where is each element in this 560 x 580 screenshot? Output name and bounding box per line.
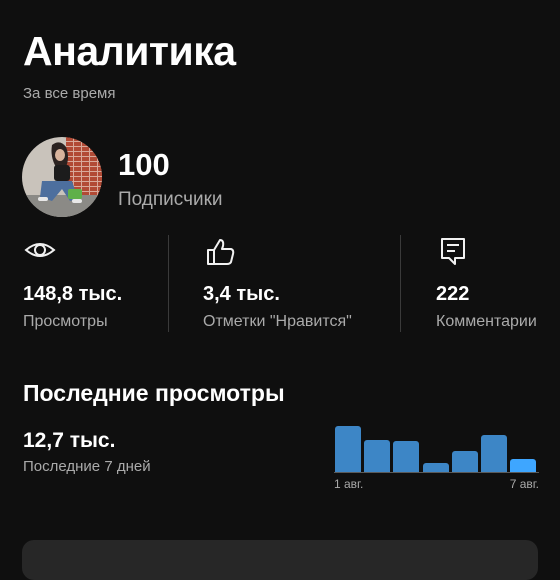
stat-divider: [168, 235, 169, 332]
page-title: Аналитика: [23, 28, 236, 74]
recent-views-chart[interactable]: 1 авг. 7 авг.: [334, 420, 539, 495]
comment-icon: [438, 236, 470, 268]
avatar[interactable]: [22, 137, 102, 217]
thumbs-up-icon: [205, 236, 237, 268]
likes-value: 3,4 тыс.: [203, 283, 280, 305]
likes-label: Отметки "Нравится": [203, 313, 352, 330]
chart-bar[interactable]: [481, 435, 507, 472]
comments-value: 222: [436, 283, 470, 305]
chart-tick-label: 1 авг.: [334, 477, 364, 491]
page-subtitle: За все время: [23, 85, 116, 102]
avatar-image: [22, 137, 102, 217]
chart-bar[interactable]: [393, 441, 419, 472]
chart-tick-label: 7 авг.: [509, 477, 539, 491]
views-label: Просмотры: [23, 313, 108, 330]
chart-bar[interactable]: [335, 426, 361, 472]
eye-icon: [24, 236, 56, 268]
recent-views-value: 12,7 тыс.: [23, 429, 116, 452]
chart-bar[interactable]: [452, 451, 478, 472]
views-value: 148,8 тыс.: [23, 283, 123, 305]
subscribers-label: Подписчики: [118, 189, 223, 210]
stat-divider: [400, 235, 401, 332]
chart-bar[interactable]: [510, 459, 536, 472]
comments-label: Комментарии: [436, 313, 537, 330]
recent-views-period: Последние 7 дней: [23, 458, 151, 475]
chart-baseline: [334, 472, 539, 473]
bottom-card[interactable]: [22, 540, 538, 580]
recent-views-title: Последние просмотры: [23, 380, 285, 406]
chart-bar[interactable]: [364, 440, 390, 472]
subscribers-count: 100: [118, 147, 170, 182]
chart-bar[interactable]: [423, 463, 449, 472]
